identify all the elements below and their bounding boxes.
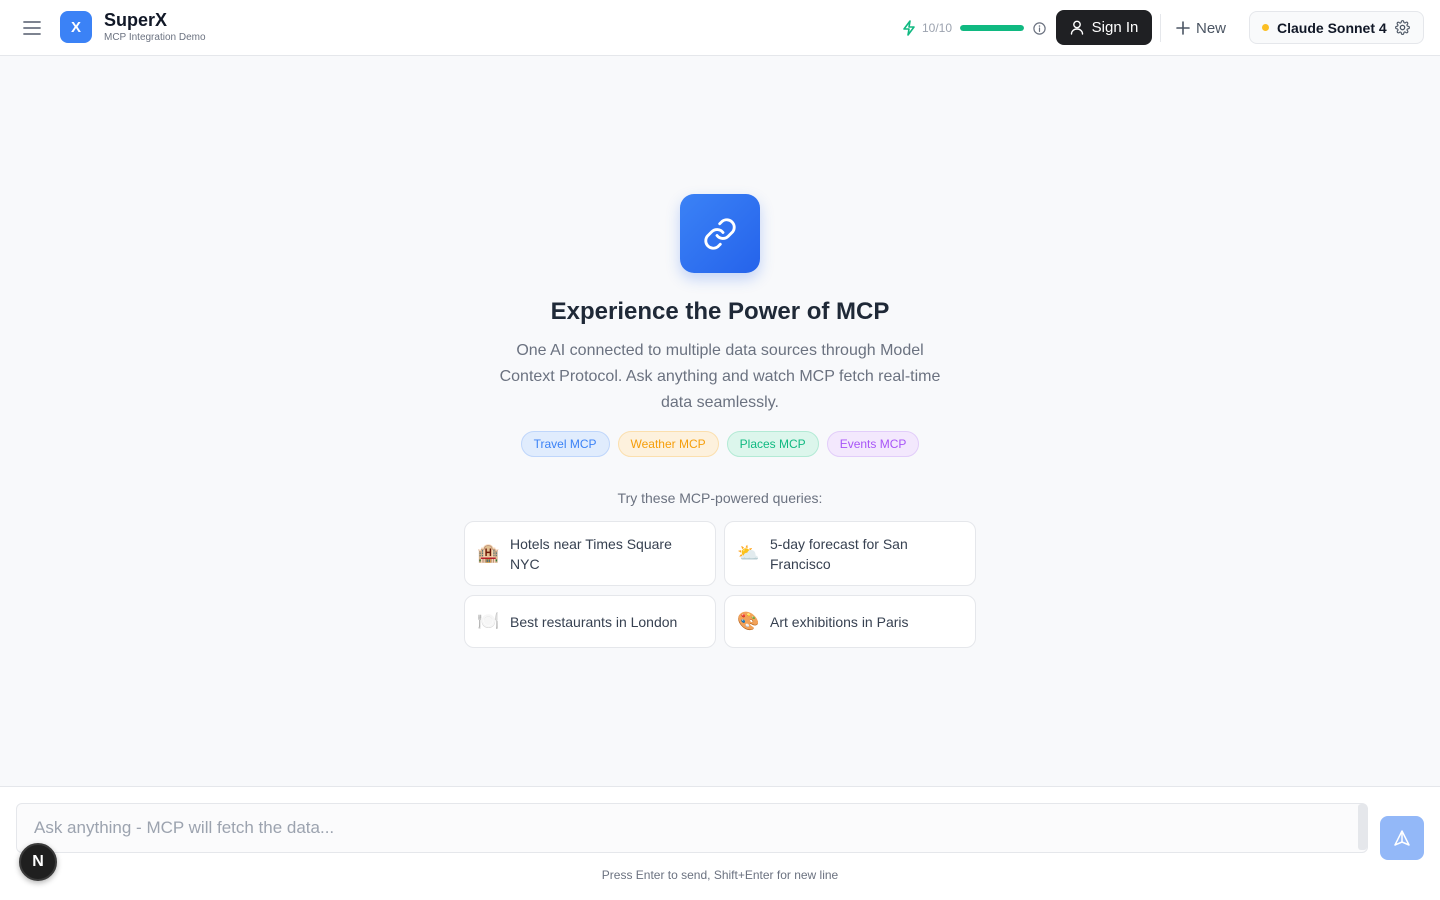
input-scrollbar[interactable]	[1358, 804, 1367, 850]
usage-progress-bar	[960, 25, 1025, 31]
tag-travel-mcp: Travel MCP	[520, 431, 610, 457]
top-bar: X SuperX MCP Integration Demo 10/10 Sign…	[0, 0, 1440, 56]
usage-progress-fill	[960, 25, 1025, 31]
tag-places-mcp: Places MCP	[726, 431, 819, 457]
send-button[interactable]	[1380, 816, 1424, 860]
user-icon	[1070, 20, 1084, 35]
app-logo: X	[60, 11, 92, 43]
tag-events-mcp: Events MCP	[826, 431, 920, 457]
suggestion-text: 5-day forecast for San Francisco	[770, 535, 908, 572]
composer-hint: Press Enter to send, Shift+Enter for new…	[601, 868, 839, 882]
model-status-dot	[1262, 24, 1269, 31]
dining-icon: 🍽️	[477, 611, 500, 632]
app-logo-letter: X	[70, 18, 81, 36]
chat-input[interactable]: Ask anything - MCP will fetch the data..…	[16, 803, 1368, 853]
sign-in-label: Sign In	[1091, 19, 1139, 36]
hotel-icon: 🏨	[477, 543, 500, 564]
suggestion-card-forecast[interactable]: ⛅ 5-day forecast for San Francisco	[724, 521, 976, 586]
dev-tools-badge[interactable]: N	[19, 843, 57, 881]
plus-icon	[1176, 21, 1190, 35]
gear-icon[interactable]	[1394, 20, 1410, 35]
app-subtitle: MCP Integration Demo	[104, 32, 206, 43]
app-name: SuperX	[104, 10, 168, 30]
header-divider	[1160, 14, 1161, 42]
weather-icon: ⛅	[737, 543, 760, 564]
suggestion-card-restaurants[interactable]: 🍽️ Best restaurants in London	[464, 595, 716, 648]
menu-icon[interactable]	[20, 16, 44, 40]
bolt-icon	[902, 20, 916, 36]
tag-weather-mcp: Weather MCP	[617, 431, 719, 457]
palette-icon: 🎨	[737, 611, 760, 632]
usage-meter: 10/10	[902, 18, 1046, 38]
hero-description: One AI connected to multiple data source…	[499, 342, 941, 411]
info-icon[interactable]	[1033, 21, 1046, 35]
new-chat-label: New	[1196, 19, 1227, 37]
suggestion-text: Art exhibitions in Paris	[770, 613, 909, 630]
mcp-tag-list: Travel MCP Weather MCP Places MCP Events…	[420, 431, 1020, 457]
page-title: Experience the Power of MCP	[550, 298, 890, 325]
link-icon	[680, 194, 760, 273]
suggestion-card-hotels[interactable]: 🏨 Hotels near Times Square NYC	[464, 521, 716, 586]
sign-in-button[interactable]: Sign In	[1056, 10, 1152, 45]
usage-count: 10/10	[922, 21, 953, 35]
send-icon	[1393, 829, 1411, 847]
suggestions-label: Try these MCP-powered queries:	[617, 490, 823, 506]
suggestion-text: Hotels near Times Square NYC	[510, 535, 672, 572]
model-name: Claude Sonnet 4	[1277, 19, 1387, 36]
new-chat-button[interactable]: New	[1176, 14, 1226, 42]
dev-tools-badge-letter: N	[32, 853, 44, 870]
suggestion-text: Best restaurants in London	[510, 613, 678, 630]
model-selector[interactable]: Claude Sonnet 4	[1249, 11, 1424, 44]
suggestion-card-art[interactable]: 🎨 Art exhibitions in Paris	[724, 595, 976, 648]
chat-input-placeholder: Ask anything - MCP will fetch the data..…	[34, 818, 335, 837]
